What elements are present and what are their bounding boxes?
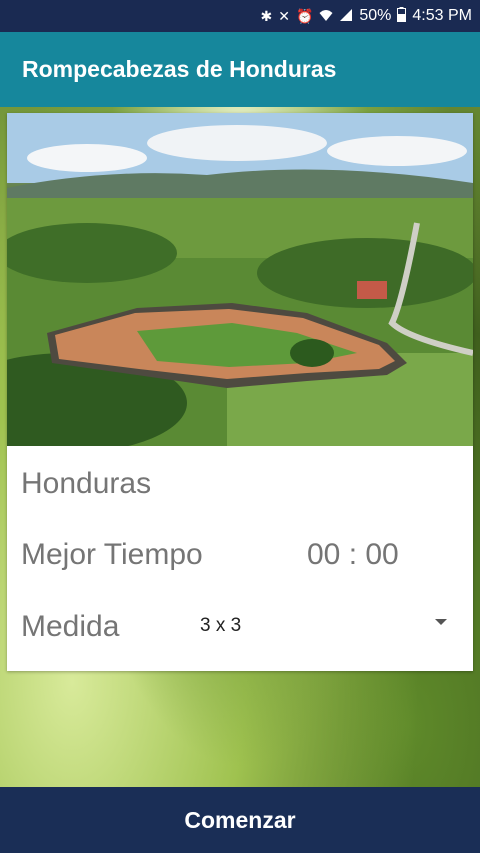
mute-icon: ✕ — [278, 7, 290, 24]
best-time-value: 00 : 00 — [307, 538, 399, 571]
start-button[interactable]: Comenzar — [0, 787, 480, 853]
clock: 4:53 PM — [412, 7, 472, 24]
size-dropdown[interactable]: 3 x 3 — [21, 607, 459, 647]
size-row: Medida 3 x 3 — [21, 607, 459, 647]
app-bar: Rompecabezas de Honduras — [0, 32, 480, 107]
best-time-row: Mejor Tiempo 00 : 00 — [21, 533, 459, 577]
signal-icon — [339, 8, 353, 25]
puzzle-card: Honduras Mejor Tiempo 00 : 00 Medida 3 x… — [7, 113, 473, 671]
app-title: Rompecabezas de Honduras — [22, 56, 337, 82]
size-selected-value: 3 x 3 — [200, 615, 242, 636]
battery-percent: 50% — [359, 7, 392, 24]
alarm-icon: ⏰ — [295, 7, 314, 24]
chevron-down-icon — [435, 619, 447, 625]
best-time-label: Mejor Tiempo — [21, 538, 203, 571]
puzzle-name: Honduras — [21, 467, 152, 500]
battery-icon — [397, 7, 407, 25]
puzzle-preview-image — [7, 113, 473, 446]
status-bar: ✱ ✕ ⏰ 50% 4:53 PM — [0, 0, 480, 32]
bluetooth-icon: ✱ — [260, 7, 273, 24]
wifi-icon — [319, 8, 333, 25]
puzzle-name-row: Honduras — [21, 463, 459, 505]
